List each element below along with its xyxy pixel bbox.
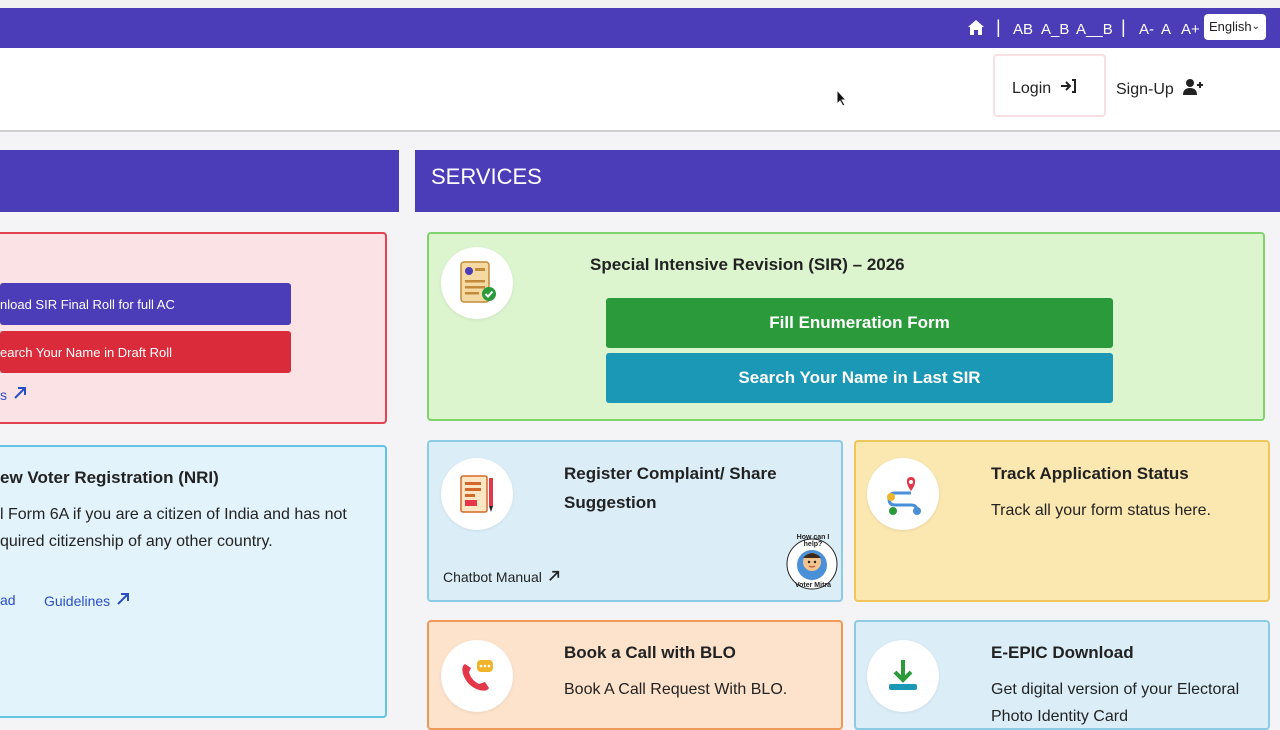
chatbot-manual-label: Chatbot Manual: [443, 569, 542, 585]
track-desc: Track all your form status here.: [991, 502, 1211, 519]
download-sir-final-roll-button[interactable]: nload SIR Final Roll for full AC: [0, 283, 291, 325]
home-icon[interactable]: [967, 19, 985, 40]
download-icon: [867, 640, 939, 712]
login-icon: [1059, 78, 1077, 99]
phone-call-icon: [441, 640, 513, 712]
nri-card-line1: l Form 6A if you are a citizen of India …: [0, 506, 347, 523]
separator: |: [996, 17, 1001, 37]
blo-desc: Book A Call Request With BLO.: [564, 681, 788, 698]
mascot-text-top: How can I help?: [796, 534, 830, 548]
separator: |: [1121, 17, 1126, 37]
sir-more-link-label: s: [0, 386, 7, 403]
search-name-last-sir-button[interactable]: Search Your Name in Last SIR: [606, 353, 1113, 403]
mascot-text-bottom: Voter Mitra: [794, 582, 832, 589]
accessibility-bar: | AB A_B A__B | A- A A+: [0, 8, 1280, 48]
chatbot-manual-link[interactable]: Chatbot Manual: [443, 569, 560, 585]
nri-card-title: ew Voter Registration (NRI): [0, 468, 219, 487]
fill-enumeration-form-button[interactable]: Fill Enumeration Form: [606, 298, 1113, 348]
chevron-down-icon: ⌄: [1251, 21, 1260, 32]
search-draft-roll-button[interactable]: earch Your Name in Draft Roll: [0, 331, 291, 373]
sir-final-roll-card: [0, 232, 387, 424]
signup-button[interactable]: Sign-Up: [1116, 78, 1204, 101]
sir-more-link[interactable]: s: [0, 386, 27, 403]
blo-title: Book a Call with BLO: [564, 643, 736, 662]
sir-card-title: Special Intensive Revision (SIR) – 2026: [590, 255, 905, 274]
services-title: SERVICES: [431, 164, 542, 189]
text-size-decrease[interactable]: A-: [1139, 21, 1154, 38]
font-ab-wide-button[interactable]: A__B: [1076, 21, 1113, 38]
arrow-up-right-icon: [13, 386, 27, 403]
nri-download-link[interactable]: ad: [0, 592, 16, 608]
font-ab-spaced-button[interactable]: A_B: [1041, 21, 1069, 38]
document-icon: [441, 458, 513, 530]
login-label: Login: [1012, 79, 1052, 97]
guidelines-label: Guidelines: [44, 592, 111, 609]
epic-title: E-EPIC Download: [991, 643, 1134, 662]
top-strip: [0, 0, 1280, 8]
complaint-title-line2: Suggestion: [564, 493, 657, 512]
add-user-icon: [1182, 78, 1204, 101]
text-size-normal[interactable]: A: [1161, 21, 1171, 38]
nri-card-line2: quired citizenship of any other country.: [0, 533, 273, 550]
voter-mitra-chatbot-icon[interactable]: How can I help? Voter Mitra: [785, 534, 839, 592]
font-ab-button[interactable]: AB: [1013, 21, 1033, 38]
route-tracking-icon: [867, 458, 939, 530]
language-select[interactable]: English ⌄: [1204, 14, 1266, 40]
signup-label: Sign-Up: [1116, 80, 1174, 98]
epic-desc-line1: Get digital version of your Electoral: [991, 681, 1240, 698]
arrow-up-right-icon: [548, 569, 560, 585]
track-title: Track Application Status: [991, 464, 1189, 483]
arrow-up-right-icon: [116, 592, 130, 609]
services-header: SERVICES: [415, 150, 1280, 212]
nri-guidelines-link[interactable]: Guidelines: [44, 592, 130, 609]
checklist-icon: [441, 247, 513, 319]
left-panel-header: [0, 150, 399, 212]
epic-desc-line2: Photo Identity Card: [991, 708, 1128, 725]
mouse-cursor: [836, 88, 848, 112]
login-button[interactable]: Login: [1012, 78, 1077, 99]
complaint-title-line1: Register Complaint/ Share: [564, 464, 777, 483]
text-size-increase[interactable]: A+: [1181, 21, 1200, 38]
language-value: English: [1209, 19, 1252, 34]
